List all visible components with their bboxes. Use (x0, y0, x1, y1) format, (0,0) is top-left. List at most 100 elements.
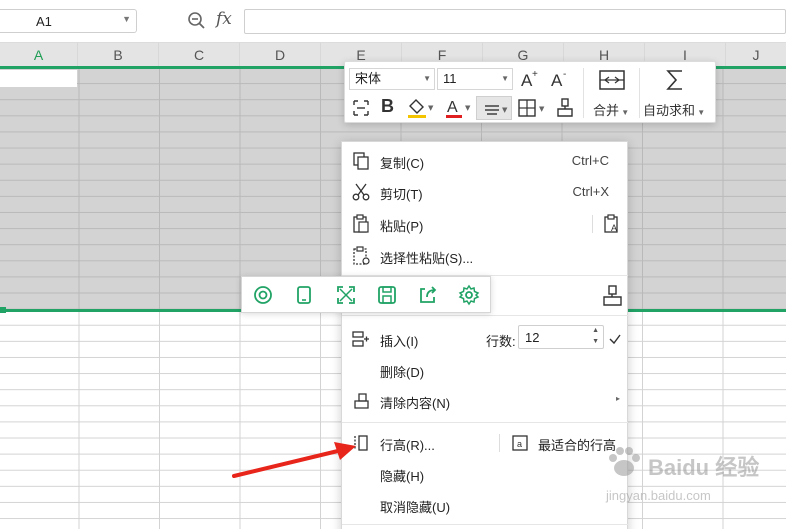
menu-separator (342, 315, 628, 316)
menu-item-label: 粘贴(P) (380, 219, 424, 234)
svg-text:▼: ▼ (428, 104, 434, 112)
svg-text:A: A (611, 223, 617, 233)
menu-separator (342, 524, 628, 525)
menu-item-paste-special[interactable]: 选择性粘贴(S)... (342, 241, 628, 271)
font-color-icon[interactable]: A ▼ (443, 96, 473, 120)
paste-special-icon (353, 246, 370, 265)
menu-separator (342, 422, 628, 423)
menu-item-hide[interactable]: 隐藏(H) (342, 459, 628, 489)
menu-item-label: 清除内容(N) (380, 396, 451, 411)
menu-item-label: 隐藏(H) (380, 469, 425, 484)
menu-item-label: 选择性粘贴(S)... (380, 251, 474, 266)
menu-item-label: 取消隐藏(U) (380, 500, 451, 515)
menu-item-label: 剪切(T) (380, 187, 423, 202)
cut-icon (352, 183, 370, 201)
name-box[interactable]: A1 ▼ (0, 9, 137, 33)
increase-font-icon[interactable]: A + (519, 68, 541, 90)
merge-cells-icon[interactable] (597, 66, 627, 94)
fill-color-icon[interactable]: ▼ (405, 96, 435, 120)
menu-item-cut[interactable]: 剪切(T) Ctrl+X (342, 177, 628, 207)
chevron-down-icon[interactable]: ▼ (122, 14, 131, 24)
eraser-icon (354, 393, 369, 409)
menu-divider (592, 215, 593, 233)
chevron-down-icon: ▼ (501, 74, 509, 83)
baidu-paw-logo (609, 447, 640, 476)
svg-text:-: - (563, 69, 566, 80)
row-count-label: 行数: (486, 334, 516, 349)
baidu-watermark: Baidu 经验 jingyan.baidu.com (600, 440, 786, 520)
settings-icon[interactable] (458, 284, 480, 306)
svg-text:a: a (517, 439, 522, 449)
format-painter-icon[interactable] (555, 97, 575, 119)
menu-item-label: 行高(R)... (380, 438, 435, 453)
font-size-value: 11 (443, 71, 457, 86)
menu-item-row-height[interactable]: 行高(R)... a 最适合的行高 (342, 428, 628, 458)
menu-item-paste[interactable]: 粘贴(P) A (342, 209, 628, 239)
selection-fill-handle[interactable] (0, 307, 6, 313)
column-header-b[interactable]: B (78, 43, 159, 68)
submenu-arrow-icon: ▸ (615, 394, 620, 403)
quick-action-strip (241, 276, 491, 313)
paste-text-only-icon[interactable]: A (602, 214, 622, 234)
stepper-up-icon[interactable]: ▲ (592, 327, 599, 334)
font-name-select[interactable]: 宋体 ▼ (349, 68, 435, 90)
fx-icon[interactable]: fx (216, 9, 232, 29)
align-center-icon: ▼ (485, 105, 508, 115)
borders-icon[interactable]: ▼ (517, 98, 549, 118)
name-box-value: A1 (36, 14, 52, 29)
svg-text:▼: ▼ (465, 104, 471, 112)
chevron-down-icon: ▼ (423, 74, 431, 83)
menu-item-clear-contents[interactable]: 清除内容(N) ▸ (342, 386, 628, 416)
menu-item-label: 复制(C) (380, 156, 425, 171)
autosum-icon[interactable] (661, 66, 689, 94)
column-header-a[interactable]: A (0, 43, 78, 68)
watermark-brand-text: Baidu 经验 (648, 455, 760, 480)
stepper-down-icon[interactable]: ▼ (592, 338, 599, 345)
share-icon[interactable] (417, 284, 439, 306)
format-toolbar: 宋体 ▼ 11 ▼ A + A - B ▼ A ▼ ▼ ▼ 合并 ▼ 自动求和 … (344, 61, 716, 123)
menu-item-delete[interactable]: 删除(D) (342, 355, 628, 385)
at-icon[interactable] (252, 284, 274, 306)
bold-button[interactable]: B (381, 96, 394, 117)
column-header-d[interactable]: D (240, 43, 321, 68)
svg-text:A: A (551, 71, 563, 90)
copy-icon (353, 152, 369, 170)
watermark-url-text: jingyan.baidu.com (606, 488, 711, 503)
align-center-button[interactable]: ▼ (476, 96, 512, 120)
merge-label: 合并 (593, 103, 620, 118)
zoom-icon[interactable] (187, 11, 207, 31)
best-fit-row-height-icon: a (512, 435, 528, 451)
paste-icon (353, 214, 369, 233)
save-icon[interactable] (376, 284, 398, 306)
autosum-button[interactable]: 自动求和 ▼ (643, 100, 705, 119)
font-color-label: A (447, 99, 458, 116)
menu-item-label: 插入(I) (380, 334, 419, 349)
tablet-icon[interactable] (293, 284, 315, 306)
svg-text:▼: ▼ (539, 105, 545, 113)
menu-item-unhide[interactable]: 取消隐藏(U) (342, 490, 628, 520)
formula-input[interactable] (244, 9, 786, 34)
menu-item-shortcut: Ctrl+C (571, 153, 609, 168)
font-size-select[interactable]: 11 ▼ (437, 68, 513, 90)
svg-text:+: + (532, 69, 538, 80)
column-header-c[interactable]: C (159, 43, 240, 68)
column-header-j[interactable]: J (726, 43, 786, 68)
merge-button[interactable]: 合并 ▼ (593, 100, 629, 119)
expand-icon[interactable] (335, 284, 357, 306)
active-cell[interactable] (0, 70, 77, 87)
menu-item-copy[interactable]: 复制(C) Ctrl+C (342, 146, 628, 176)
svg-text:▼: ▼ (502, 106, 508, 114)
toolbar-divider (639, 68, 640, 118)
confirm-check-icon[interactable] (608, 332, 622, 346)
wrap-text-icon[interactable] (351, 98, 371, 118)
formula-bar: A1 ▼ fx (0, 0, 786, 43)
row-count-value: 12 (525, 330, 540, 345)
red-arrow-annotation (232, 442, 356, 478)
menu-item-label: 删除(D) (380, 365, 425, 380)
row-count-input[interactable]: 12 ▲ ▼ (518, 325, 604, 349)
format-painter-icon[interactable] (600, 284, 624, 308)
decrease-font-icon[interactable]: A - (549, 68, 571, 90)
font-name-value: 宋体 (355, 71, 382, 86)
autosum-label: 自动求和 (643, 103, 696, 118)
insert-row-icon (352, 331, 369, 347)
